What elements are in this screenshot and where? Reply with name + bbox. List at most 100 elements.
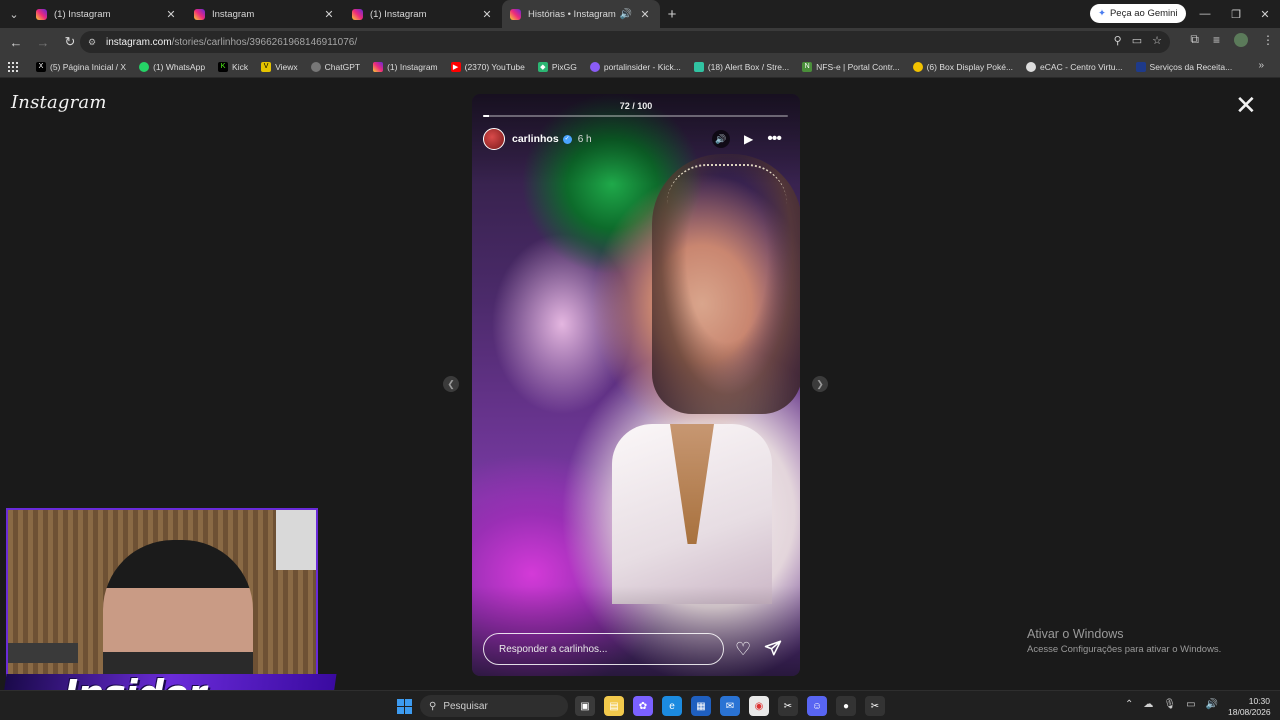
bookmark-chatgpt[interactable]: ChatGPT bbox=[310, 61, 361, 72]
close-stories-icon[interactable]: ✕ bbox=[1235, 92, 1257, 118]
tab-instagram-1[interactable]: (1) Instagram ✕ bbox=[28, 0, 186, 28]
bookmark-kick[interactable]: K Kick bbox=[218, 61, 248, 72]
whatsapp-icon bbox=[139, 61, 150, 72]
alertbox-icon bbox=[693, 61, 704, 72]
windows-activation-watermark: Ativar o Windows Acesse Configurações pa… bbox=[1027, 627, 1221, 655]
windows-taskbar: ⚲ Pesquisar ▣ ▤ ✿ e ▦ ✉ ◉ ✂ ☺ ● ✂ ⌃ ☁ 🎙 … bbox=[0, 690, 1280, 720]
bookmark-star-icon[interactable]: ☆ bbox=[1152, 34, 1162, 47]
bookmark-youtube[interactable]: ▶ (2370) YouTube bbox=[450, 61, 525, 72]
story-viewer[interactable]: 72 / 100 carlinhos ✓ 6 h 🔊 ▶ ••• ♡ bbox=[472, 94, 800, 676]
taskbar-clock[interactable]: 10:30 18/08/2026 bbox=[1228, 696, 1271, 718]
taskbar-search-placeholder: Pesquisar bbox=[443, 700, 488, 712]
zoom-icon[interactable]: ⚲ bbox=[1114, 34, 1122, 47]
bookmark-pokemon[interactable]: (6) Box Display Poké... bbox=[912, 61, 1013, 72]
edge-icon[interactable]: e bbox=[662, 696, 682, 716]
back-button[interactable]: ← bbox=[4, 30, 28, 54]
file-explorer-icon[interactable]: ▤ bbox=[604, 696, 624, 716]
tab-instagram-3[interactable]: (1) Instagram ✕ bbox=[344, 0, 502, 28]
tab-stories-active[interactable]: Histórias • Instagram 🔊 ✕ bbox=[502, 0, 660, 28]
ecac-icon bbox=[1026, 61, 1037, 72]
network-icon[interactable]: ☁ bbox=[1143, 699, 1153, 710]
bookmark-label: Viewx bbox=[275, 61, 298, 72]
volume-icon[interactable]: 🔊 bbox=[1206, 699, 1218, 710]
bookmark-x[interactable]: X (5) Página Inicial / X bbox=[36, 61, 126, 72]
bookmark-whatsapp[interactable]: (1) WhatsApp bbox=[139, 61, 205, 72]
webcam-overlay bbox=[6, 508, 318, 690]
instagram-favicon-icon bbox=[510, 8, 521, 20]
minimize-button[interactable]: — bbox=[1190, 0, 1220, 28]
instagram-icon bbox=[373, 61, 384, 72]
play-icon[interactable]: ▶ bbox=[744, 132, 753, 146]
next-story-icon[interactable]: ❯ bbox=[812, 376, 828, 392]
like-heart-icon[interactable]: ♡ bbox=[735, 639, 751, 660]
window-close-button[interactable]: ✕ bbox=[1250, 0, 1280, 28]
cast-icon[interactable]: ▭ bbox=[1132, 34, 1142, 47]
tab-close-icon[interactable]: ✕ bbox=[638, 8, 652, 21]
tab-instagram-2[interactable]: Instagram ✕ bbox=[186, 0, 344, 28]
bookmark-instagram[interactable]: (1) Instagram bbox=[373, 61, 438, 72]
copilot-icon[interactable]: ✿ bbox=[633, 696, 653, 716]
instagram-logo[interactable]: Instagram bbox=[11, 92, 107, 113]
bookmark-viewx[interactable]: V Viewx bbox=[261, 61, 298, 72]
bookmark-label: (2370) YouTube bbox=[464, 61, 525, 72]
taskbar-search[interactable]: ⚲ Pesquisar bbox=[420, 695, 568, 717]
editor-icon[interactable]: ✂ bbox=[865, 696, 885, 716]
tab-title: (1) Instagram bbox=[370, 8, 427, 20]
bookmark-pixgg[interactable]: ◆ PixGG bbox=[537, 61, 577, 72]
site-info-icon[interactable]: ⚙ bbox=[88, 37, 98, 47]
address-bar[interactable]: ⚙ instagram.com /stories/carlinhos/39662… bbox=[80, 31, 1170, 53]
send-direct-icon[interactable] bbox=[764, 639, 782, 657]
tab-search-chevron-icon[interactable]: ⌄ bbox=[0, 0, 28, 28]
restore-button[interactable]: ❐ bbox=[1221, 0, 1251, 28]
webcam-window-light bbox=[276, 510, 316, 570]
new-tab-button[interactable]: + bbox=[660, 6, 684, 23]
bookmark-label: NFS-e | Portal Contr... bbox=[816, 61, 900, 72]
task-view-icon[interactable]: ▣ bbox=[575, 696, 595, 716]
store-icon[interactable]: ▦ bbox=[691, 696, 711, 716]
display-icon[interactable]: ▭ bbox=[1186, 699, 1195, 710]
previous-story-icon[interactable]: ❮ bbox=[443, 376, 459, 392]
bookmark-receita[interactable]: Serviços da Receita... bbox=[1135, 61, 1232, 72]
outlook-icon[interactable]: ✉ bbox=[720, 696, 740, 716]
microphone-icon[interactable]: 🎙 bbox=[1163, 699, 1176, 710]
bookmark-ecac[interactable]: eCAC - Centro Virtu... bbox=[1026, 61, 1123, 72]
pokemon-icon bbox=[912, 61, 923, 72]
kick-icon: K bbox=[218, 61, 229, 72]
search-icon: ⚲ bbox=[429, 700, 437, 712]
more-options-icon[interactable]: ••• bbox=[767, 131, 782, 147]
tab-title: Histórias • Instagram bbox=[528, 8, 616, 20]
discord-icon[interactable]: ☺ bbox=[807, 696, 827, 716]
extensions-icon[interactable]: ⧉ bbox=[1190, 32, 1199, 47]
bookmark-alertbox[interactable]: (18) Alert Box / Stre... bbox=[693, 61, 789, 72]
tab-close-icon[interactable]: ✕ bbox=[480, 8, 494, 21]
reload-button[interactable]: ↻ bbox=[58, 30, 82, 54]
bookmark-nfse[interactable]: N NFS-e | Portal Contr... bbox=[802, 61, 900, 72]
apps-grid-icon[interactable] bbox=[8, 61, 18, 72]
tab-close-icon[interactable]: ✕ bbox=[322, 8, 336, 21]
profile-avatar[interactable] bbox=[1234, 32, 1248, 47]
reply-input[interactable] bbox=[483, 633, 724, 665]
more-bookmarks-icon[interactable]: » bbox=[1258, 60, 1264, 71]
tab-close-icon[interactable]: ✕ bbox=[164, 8, 178, 21]
app-icon[interactable]: ● bbox=[836, 696, 856, 716]
bookmark-label: ChatGPT bbox=[324, 61, 361, 72]
story-username[interactable]: carlinhos bbox=[512, 133, 559, 145]
pixgg-icon: ◆ bbox=[537, 61, 548, 72]
bookmark-portalinsider[interactable]: portalinsider - Kick... bbox=[589, 61, 681, 72]
story-avatar[interactable] bbox=[483, 128, 505, 150]
tab-audio-icon[interactable]: 🔊 bbox=[620, 9, 632, 20]
bookmarks-bar: X (5) Página Inicial / X (1) WhatsApp K Ki… bbox=[0, 56, 1280, 78]
sound-icon[interactable]: 🔊 bbox=[711, 130, 730, 148]
gemini-button[interactable]: ✦ Peça ao Gemini bbox=[1090, 4, 1186, 23]
bookmark-label: (1) Instagram bbox=[387, 61, 438, 72]
menu-icon[interactable]: ⋮ bbox=[1262, 33, 1274, 47]
windows-start-icon[interactable] bbox=[397, 699, 412, 714]
bookmark-label: eCAC - Centro Virtu... bbox=[1040, 61, 1123, 72]
capcut-icon[interactable]: ✂ bbox=[778, 696, 798, 716]
media-controls-icon[interactable]: ≡ bbox=[1213, 33, 1220, 47]
nfse-icon: N bbox=[802, 61, 813, 72]
show-hidden-icons-icon[interactable]: ⌃ bbox=[1125, 699, 1133, 710]
chatgpt-icon bbox=[310, 61, 321, 72]
forward-button[interactable]: → bbox=[31, 30, 55, 54]
chrome-icon[interactable]: ◉ bbox=[749, 696, 769, 716]
